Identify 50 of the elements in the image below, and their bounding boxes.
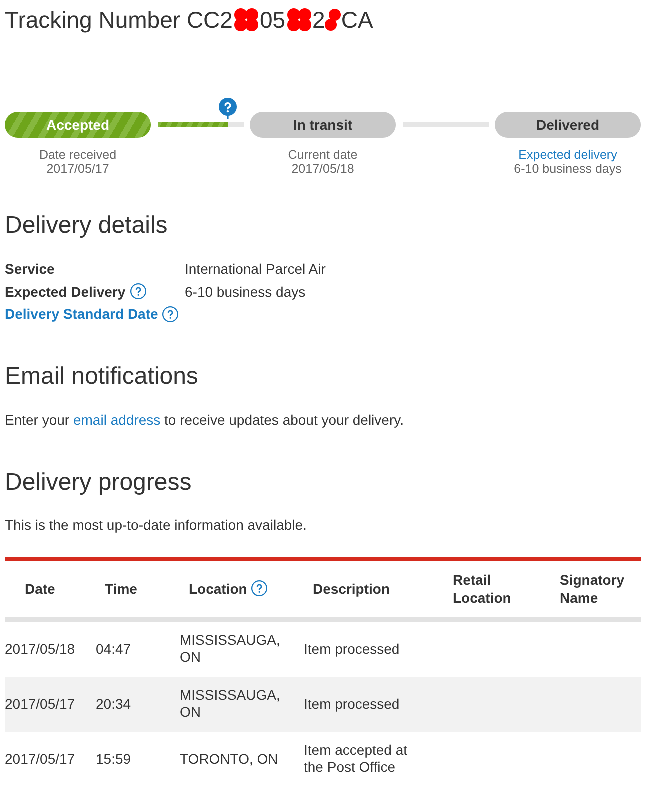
column-header: Description (313, 580, 390, 598)
status-step-pill: Accepted (5, 112, 151, 138)
email-prompt-text: Enter your email address to receive updates about your delivery. (5, 410, 405, 430)
help-marker-icon[interactable] (218, 98, 237, 119)
section-heading: Delivery details (5, 211, 169, 241)
table-cell-text: Item accepted at the Post Office (304, 742, 409, 776)
table-cell-text: TORONTO, ON (180, 750, 278, 768)
table-cell-text: 15:59 (96, 750, 132, 768)
step-date: 6-10 business days (514, 162, 622, 176)
column-header: Retail Location (453, 570, 512, 606)
detail-label: Expected Delivery (5, 282, 126, 302)
redaction-blob-icon (325, 7, 342, 33)
table-cell-text: 04:47 (96, 640, 132, 658)
section-heading: Email notifications (5, 362, 200, 392)
help-icon[interactable] (130, 283, 147, 300)
info-note-text: This is the most up-to-date information available. (5, 516, 308, 534)
step-caption: Date received (39, 148, 117, 162)
column-header: Time (105, 580, 138, 598)
table-cell-text: Item processed (304, 696, 400, 712)
tracking-number-text: CA (341, 6, 374, 34)
table-cell-text: 2017/05/18 (5, 640, 76, 658)
detail-label-link[interactable]: Delivery Standard Date (5, 303, 158, 326)
status-step-pill: Delivered (495, 112, 641, 138)
detail-label: Service (5, 260, 55, 279)
email-address-link[interactable]: email address (73, 412, 161, 428)
redaction-blob-icon (286, 7, 313, 33)
column-header: Signatory Name (560, 570, 626, 606)
column-header: Location (189, 580, 248, 598)
step-caption: Current date (288, 148, 358, 162)
table-cell-text: MISSISSAUGA, ON (180, 632, 282, 666)
page-title: Tracking Number (5, 6, 182, 34)
table-cell-text: 20:34 (96, 696, 132, 712)
expected-delivery-link[interactable]: Expected delivery (518, 148, 618, 162)
detail-value: International Parcel Air (185, 261, 326, 277)
tracking-number-text: 05 (260, 6, 286, 34)
step-date: 2017/05/17 (46, 162, 110, 176)
table-cell-text: MISSISSAUGA, ON (180, 687, 282, 721)
section-heading: Delivery progress (5, 468, 193, 498)
help-icon[interactable] (251, 580, 268, 597)
tracking-number-text: 2 (312, 6, 326, 34)
table-cell-text: 2017/05/17 (5, 696, 76, 712)
step-date: 2017/05/18 (292, 162, 354, 176)
table-cell-text: Item processed (304, 640, 400, 658)
status-step-pill: In transit (250, 112, 396, 138)
tracking-number-text: CC2 (186, 6, 233, 34)
detail-value: 6-10 business days (185, 284, 306, 300)
column-header: Date (25, 580, 56, 598)
help-icon[interactable] (162, 306, 180, 323)
table-cell-text: 2017/05/17 (5, 750, 76, 768)
redaction-blob-icon (232, 7, 260, 33)
